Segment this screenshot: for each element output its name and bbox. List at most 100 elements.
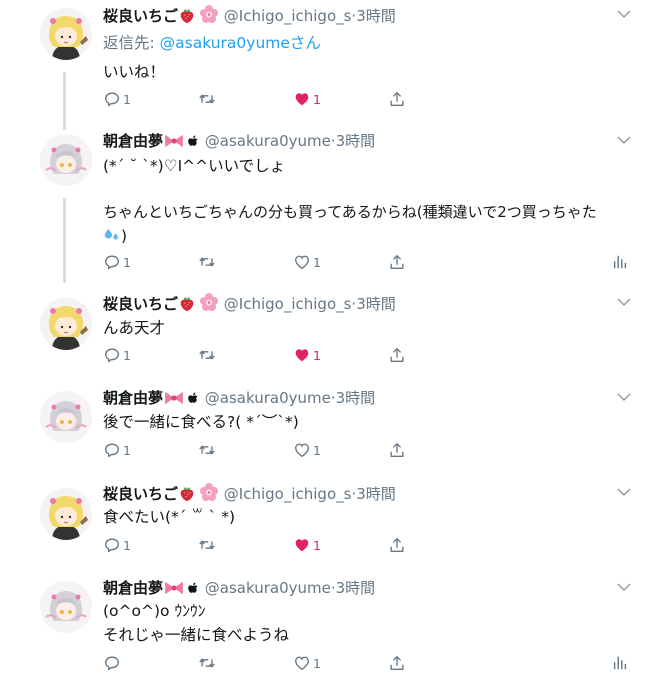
chevron-down-icon[interactable] [616,581,632,593]
tweet-text-end: ) [121,227,128,245]
tweet[interactable]: 桜良いちご @Ichigo_ichigo_s·3時間 んあ天才 1 1 [0,288,670,374]
avatar[interactable] [40,298,92,350]
avatar[interactable] [40,581,92,633]
chevron-down-icon[interactable] [616,296,632,308]
like-count: 1 [313,442,321,458]
reply-icon [103,90,121,108]
user-handle[interactable]: @asakura0yume [205,579,331,597]
apple-icon [187,391,200,406]
display-name[interactable]: 桜良いちご [103,485,178,503]
like-icon [293,90,311,108]
chevron-down-icon[interactable] [616,391,632,403]
ribbon-icon [163,133,185,149]
reply-count: 1 [123,91,131,107]
reply-count: 1 [123,442,131,458]
reply-icon [103,346,121,364]
user-handle[interactable]: @asakura0yume [205,132,331,150]
analytics-icon [611,253,629,271]
user-handle[interactable]: @Ichigo_ichigo_s [224,295,352,313]
reply-button[interactable]: 1 [103,440,131,460]
tweet[interactable]: 桜良いちご @Ichigo_ichigo_s·3時間 返信先: @asakura… [0,0,670,122]
display-name[interactable]: 朝倉由夢 [103,579,163,597]
like-count: 1 [313,655,321,671]
tweet[interactable]: 桜良いちご @Ichigo_ichigo_s·3時間 食べたい(*´ ꒳ ` *… [0,478,670,564]
like-button[interactable]: 1 [293,653,321,673]
chevron-down-icon[interactable] [616,134,632,146]
like-icon [293,253,311,271]
timestamp[interactable]: 3時間 [356,485,396,503]
timestamp[interactable]: 3時間 [336,579,376,597]
tweet-text: いいね！ [103,63,166,81]
reply-icon [103,253,121,271]
reply-to-link[interactable]: @asakura0yumeさん [160,34,321,52]
tweet-text-line: (*´ ˘ `*)♡I^^いいでしょ [103,157,286,175]
retweet-icon [197,536,217,554]
flower-icon [199,482,219,502]
share-button[interactable] [388,252,406,272]
like-count: 1 [313,91,321,107]
reply-button[interactable] [103,653,123,673]
chevron-down-icon[interactable] [616,8,632,20]
retweet-button[interactable] [197,345,217,365]
tweet-text-line: ) [103,224,127,248]
reply-count: 1 [123,254,131,270]
retweet-button[interactable] [197,440,217,460]
like-button[interactable]: 1 [293,535,321,555]
display-name[interactable]: 朝倉由夢 [103,132,163,150]
retweet-icon [197,654,217,672]
timestamp[interactable]: 3時間 [336,132,376,150]
user-handle[interactable]: @Ichigo_ichigo_s [224,485,352,503]
share-button[interactable] [388,89,406,109]
share-button[interactable] [388,535,406,555]
share-icon [388,253,406,271]
tweet[interactable]: 朝倉由夢 @asakura0yume·3時間 後で一緒に食べる?( *´︶`*)… [0,383,670,469]
flower-icon [199,4,219,24]
timestamp[interactable]: 3時間 [336,389,376,407]
like-button[interactable]: 1 [293,345,321,365]
reply-button[interactable]: 1 [103,89,131,109]
timestamp[interactable]: 3時間 [356,7,396,25]
action-bar: 1 1 [103,252,633,272]
display-name[interactable]: 朝倉由夢 [103,389,163,407]
like-button[interactable]: 1 [293,440,321,460]
retweet-button[interactable] [197,252,217,272]
reply-button[interactable]: 1 [103,345,131,365]
reply-button[interactable]: 1 [103,252,131,272]
analytics-button[interactable] [611,252,629,272]
timestamp[interactable]: 3時間 [356,295,396,313]
share-button[interactable] [388,440,406,460]
tweet-header: 朝倉由夢 @asakura0yume·3時間 [103,130,375,152]
share-button[interactable] [388,345,406,365]
like-button[interactable]: 1 [293,89,321,109]
reply-button[interactable]: 1 [103,535,131,555]
avatar[interactable] [40,134,92,186]
tweet-text: 後で一緒に食べる?( *´︶`*) [103,413,299,431]
tweet[interactable]: 朝倉由夢 @asakura0yume·3時間 (*´ ˘ `*)♡I^^いいでし… [0,126,670,286]
tweet[interactable]: 朝倉由夢 @asakura0yume·3時間 (o^o^)o ｳﾝｳﾝ それじゃ… [0,573,670,680]
retweet-icon [197,441,217,459]
retweet-button[interactable] [197,535,217,555]
strawberry-icon [178,294,196,312]
like-icon [293,346,311,364]
share-button[interactable] [388,653,406,673]
action-bar: 1 1 [103,89,633,109]
display-name[interactable]: 桜良いちご [103,7,178,25]
action-bar: 1 1 [103,535,633,555]
like-button[interactable]: 1 [293,252,321,272]
user-handle[interactable]: @Ichigo_ichigo_s [224,7,352,25]
display-name[interactable]: 桜良いちご [103,295,178,313]
avatar[interactable] [40,391,92,443]
retweet-button[interactable] [197,653,217,673]
flower-icon [199,292,219,312]
like-count: 1 [313,537,321,553]
user-handle[interactable]: @asakura0yume [205,389,331,407]
analytics-icon [611,654,629,672]
analytics-button[interactable] [611,653,629,673]
action-bar: 1 [103,653,633,673]
avatar[interactable] [40,488,92,540]
retweet-icon [197,90,217,108]
share-icon [388,654,406,672]
retweet-button[interactable] [197,89,217,109]
chevron-down-icon[interactable] [616,486,632,498]
avatar[interactable] [40,8,92,60]
